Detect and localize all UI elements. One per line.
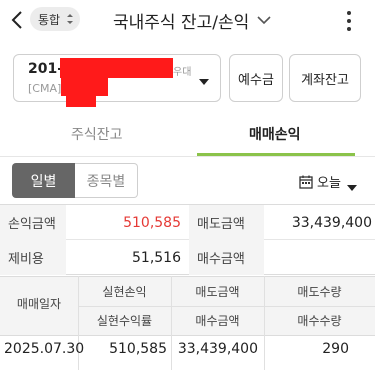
top-bar: 통합 국내주식 잔고/손익: [0, 0, 375, 42]
table-row[interactable]: 2025.07.30 510,585 33,439,400 290: [0, 336, 375, 370]
col-header-buy-qty: 매수수량: [297, 314, 342, 328]
summary-label: 제비용: [0, 240, 66, 275]
summary-row: 손익금액 510,585 매도금액 33,439,400: [0, 205, 375, 240]
deposit-button[interactable]: 예수금: [229, 54, 283, 102]
summary-value: 51,516: [132, 249, 181, 266]
back-arrow-icon[interactable]: [8, 8, 30, 32]
tab-stock-balance[interactable]: 주식잔고: [71, 124, 123, 144]
calendar-icon: [299, 174, 313, 189]
col-header-sell-qty: 매도수량: [297, 285, 342, 299]
chevron-down-icon[interactable]: [257, 12, 271, 26]
account-extra-label: 우대: [173, 67, 192, 78]
summary-value: [264, 240, 372, 275]
by-item-toggle-button[interactable]: 종목별: [75, 163, 138, 198]
summary-label: 매도금액: [189, 205, 264, 240]
date-picker[interactable]: 오늘: [299, 171, 357, 191]
updown-caret-icon: [66, 12, 74, 26]
redaction-mark: [66, 95, 96, 107]
divider: [0, 156, 375, 157]
daily-toggle-button[interactable]: 일별: [12, 163, 75, 198]
summary-value: 33,439,400: [291, 214, 372, 231]
summary-table: 손익금액 510,585 매도금액 33,439,400 제비용 51,516 …: [0, 204, 375, 275]
col-header-realized-rate: 실현수익률: [96, 314, 153, 328]
tab-trade-pnl[interactable]: 매매손익: [249, 124, 301, 144]
more-options-icon[interactable]: [345, 9, 353, 33]
summary-value: 510,585: [123, 214, 181, 231]
cell-realized-pnl: 510,585: [109, 341, 167, 357]
date-label: 오늘: [317, 175, 341, 191]
cell-date: 2025.07.30: [4, 341, 85, 357]
col-header-date: 매매일자: [16, 297, 62, 311]
filter-label: 통합: [38, 12, 61, 27]
summary-label: 손익금액: [0, 205, 66, 240]
col-header-buy-amount: 매수금액: [195, 314, 240, 328]
account-balance-button[interactable]: 계좌잔고: [289, 54, 361, 102]
redaction-mark: [60, 58, 173, 78]
summary-row: 제비용 51,516 매수금액: [0, 240, 375, 275]
filter-dropdown[interactable]: 통합: [30, 7, 80, 31]
account-type: [CMA]: [28, 82, 62, 95]
cell-sell-amount: 33,439,400: [177, 341, 258, 357]
header-divider: [78, 306, 375, 307]
col-header-realized-pnl: 실현손익: [102, 285, 147, 299]
page-title[interactable]: 국내주식 잔고/손익: [113, 8, 249, 33]
redaction-mark: [61, 77, 108, 96]
cell-sell-qty: 290: [322, 341, 349, 357]
caret-down-icon: [346, 177, 357, 191]
caret-down-icon: [198, 72, 210, 85]
summary-label: 매수금액: [189, 240, 264, 275]
col-header-sell-amount: 매도금액: [195, 285, 240, 299]
